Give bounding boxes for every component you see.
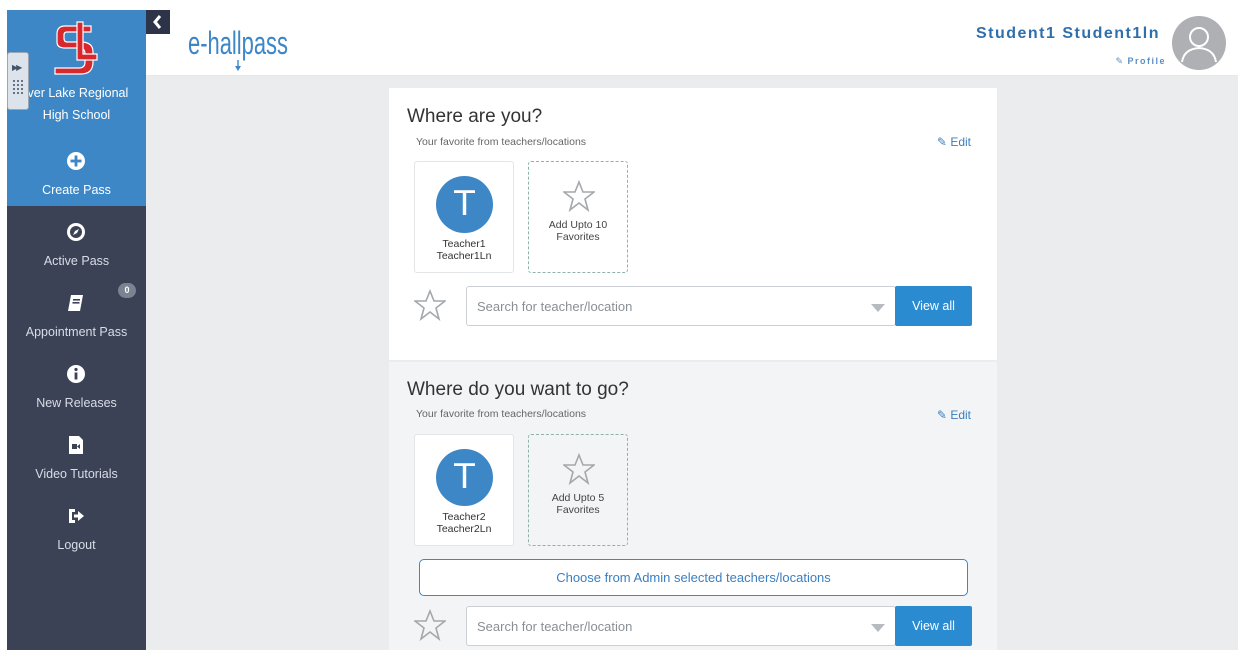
sidebar-item-label: New Releases xyxy=(36,396,117,410)
panel-subtitle: Your favorite from teachers/locations xyxy=(416,136,587,148)
pencil-icon: ✎ xyxy=(936,135,947,149)
panel-title: Where are you? xyxy=(407,106,543,127)
view-all-button[interactable]: View all xyxy=(895,606,972,646)
search-input[interactable] xyxy=(477,295,857,317)
add-favorite-label: Add Upto 10 Favorites xyxy=(548,219,608,243)
sidebar-item-label: Appointment Pass xyxy=(25,325,128,339)
user-silhouette-icon xyxy=(1181,27,1217,63)
video-file-icon xyxy=(69,436,83,454)
favorite-initial: T xyxy=(436,449,493,506)
pencil-icon: ✎ xyxy=(936,408,947,422)
star-outline-icon xyxy=(563,453,595,485)
sign-out-icon xyxy=(69,509,84,523)
star-outline-icon[interactable] xyxy=(414,609,446,641)
sidebar-item-active-pass[interactable]: Active Pass xyxy=(7,206,146,277)
panel-title: Where do you want to go? xyxy=(407,379,629,400)
svg-text:e-hallpass: e-hallpass xyxy=(188,25,288,61)
pencil-icon: ✎ xyxy=(1115,56,1125,66)
favorite-card[interactable]: T Teacher2 Teacher2Ln xyxy=(414,434,514,546)
sidebar-item-video-tutorials[interactable]: Video Tutorials xyxy=(7,419,146,490)
collapse-sidebar-button[interactable] xyxy=(146,10,170,34)
profile-label: Profile xyxy=(1127,56,1166,66)
sidebar-item-new-releases[interactable]: New Releases xyxy=(7,348,146,419)
sidebar-item-label: Logout xyxy=(57,538,96,552)
sidebar-item-create-pass[interactable]: Create Pass xyxy=(7,135,146,206)
where-are-you-panel: Where are you? Your favorite from teache… xyxy=(389,88,997,360)
panel-subtitle: Your favorite from teachers/locations xyxy=(416,408,587,420)
add-favorite-label: Add Upto 5 Favorites xyxy=(551,492,605,516)
favorite-initial: T xyxy=(436,176,493,233)
add-favorite-card[interactable]: Add Upto 10 Favorites xyxy=(528,161,628,273)
school-block: lver Lake Regional High School ▶▶ xyxy=(7,10,146,135)
add-favorite-card[interactable]: Add Upto 5 Favorites xyxy=(528,434,628,546)
book-icon xyxy=(68,295,83,311)
sidebar-item-label: Video Tutorials xyxy=(35,467,118,481)
school-logo xyxy=(54,21,98,75)
edit-favorites-link[interactable]: ✎ Edit xyxy=(937,135,971,149)
sidebar-item-appointment-pass[interactable]: 0 Appointment Pass xyxy=(7,277,146,348)
admin-selected-locations-button[interactable]: Choose from Admin selected teachers/loca… xyxy=(419,559,968,596)
edit-favorites-link[interactable]: ✎ Edit xyxy=(937,408,971,422)
where-to-go-panel: Where do you want to go? Your favorite f… xyxy=(389,362,997,650)
info-circle-icon xyxy=(67,365,85,383)
chevron-left-icon xyxy=(153,15,162,29)
search-input[interactable] xyxy=(477,615,857,637)
favorite-card[interactable]: T Teacher1 Teacher1Ln xyxy=(414,161,514,273)
appointment-count-badge: 0 xyxy=(118,283,136,298)
plus-circle-icon xyxy=(67,152,85,170)
avatar[interactable] xyxy=(1172,16,1226,70)
edit-label: Edit xyxy=(950,408,971,422)
from-location-select[interactable] xyxy=(466,286,896,326)
fast-forward-icon: ▶▶ xyxy=(12,63,22,72)
star-outline-icon xyxy=(563,180,595,212)
compass-icon xyxy=(67,223,85,241)
sidebar-item-label: Active Pass xyxy=(43,254,110,268)
grip-icon xyxy=(12,79,24,95)
favorite-name: Teacher1 Teacher1Ln xyxy=(436,238,492,262)
favorite-name: Teacher2 Teacher2Ln xyxy=(436,511,492,535)
to-location-select[interactable] xyxy=(466,606,896,646)
edit-label: Edit xyxy=(950,135,971,149)
side-panel-toggle[interactable]: ▶▶ xyxy=(7,52,29,110)
sidebar-item-label: Create Pass xyxy=(42,183,111,197)
top-header: e-hallpass Student1 Student1ln ✎ Profile xyxy=(146,10,1238,76)
caret-down-icon[interactable] xyxy=(871,304,885,312)
caret-down-icon[interactable] xyxy=(871,624,885,632)
profile-link[interactable]: ✎ Profile xyxy=(1115,56,1166,67)
star-outline-icon[interactable] xyxy=(414,289,446,321)
view-all-button[interactable]: View all xyxy=(895,286,972,326)
sidebar: lver Lake Regional High School ▶▶ Create… xyxy=(7,10,146,650)
user-name: Student1 Student1ln xyxy=(975,25,1160,42)
sidebar-item-logout[interactable]: Logout xyxy=(7,490,146,561)
ehallpass-logo: e-hallpass xyxy=(188,25,288,71)
